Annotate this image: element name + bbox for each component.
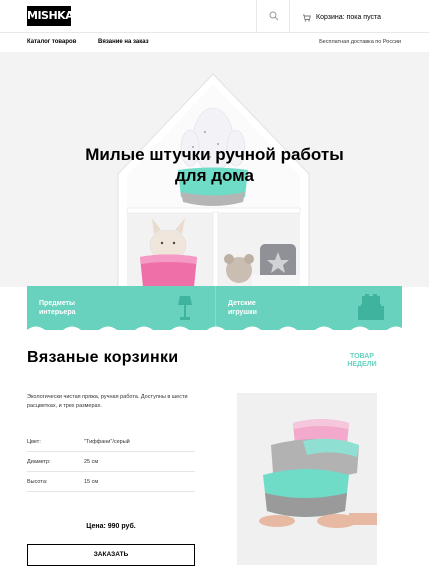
hero-title: Милые штучки ручной работы для дома bbox=[40, 144, 389, 186]
spec-value: 15 см bbox=[84, 479, 99, 485]
hero-banner: Милые штучки ручной работы для дома bbox=[0, 52, 429, 287]
baskets-photo-illustration bbox=[259, 419, 377, 528]
search-icon bbox=[269, 11, 279, 21]
cart-link[interactable]: Корзина: пока пуста bbox=[302, 10, 381, 24]
spec-key: Цвет: bbox=[27, 439, 41, 445]
wave-divider bbox=[27, 326, 402, 335]
spec-key: Высота: bbox=[27, 479, 48, 485]
product-description: Экологически чистая пряжа, ручная работа… bbox=[27, 394, 188, 409]
spec-row-diameter: Диаметр: 25 см bbox=[27, 452, 195, 472]
order-button[interactable]: ЗАКАЗАТЬ bbox=[27, 544, 195, 566]
top-bar: MISHKA Корзина: пока пуста bbox=[0, 0, 429, 33]
nav-knitting[interactable]: Вязание на заказ bbox=[98, 39, 149, 45]
main-nav: Каталог товаров Вязание на заказ Бесплат… bbox=[0, 34, 429, 52]
spec-key: Диаметр: bbox=[27, 459, 51, 465]
cart-status: Корзина: пока пуста bbox=[316, 13, 382, 21]
category-kids-label: Детские игрушки bbox=[228, 300, 257, 316]
site-logo[interactable]: MISHKA bbox=[27, 6, 74, 26]
product-price: Цена: 990 руб. bbox=[86, 523, 136, 530]
hero-title-line2: для дома bbox=[175, 166, 254, 185]
spec-row-color: Цвет: "Тиффани"/серый bbox=[27, 432, 195, 452]
category-interior-label: Предметы интерьера bbox=[39, 300, 76, 316]
free-delivery-link[interactable]: Бесплатная доставка по России bbox=[319, 39, 401, 45]
nav-catalog[interactable]: Каталог товаров bbox=[27, 39, 76, 45]
search-button[interactable] bbox=[256, 0, 290, 33]
product-title: Вязаные корзинки bbox=[27, 349, 179, 366]
cart-icon bbox=[303, 14, 311, 22]
spec-row-height: Высота: 15 см bbox=[27, 472, 195, 492]
spec-value: "Тиффани"/серый bbox=[84, 439, 130, 445]
spec-value: 25 см bbox=[84, 459, 99, 465]
lamp-icon bbox=[178, 296, 192, 320]
blocks-icon bbox=[358, 294, 384, 320]
product-photo bbox=[237, 393, 377, 565]
product-of-week-badge: ТОВАР НЕДЕЛИ bbox=[347, 353, 377, 368]
product-specs: Цвет: "Тиффани"/серый Диаметр: 25 см Выс… bbox=[27, 432, 195, 492]
hero-title-line1: Милые штучки ручной работы bbox=[85, 145, 344, 164]
